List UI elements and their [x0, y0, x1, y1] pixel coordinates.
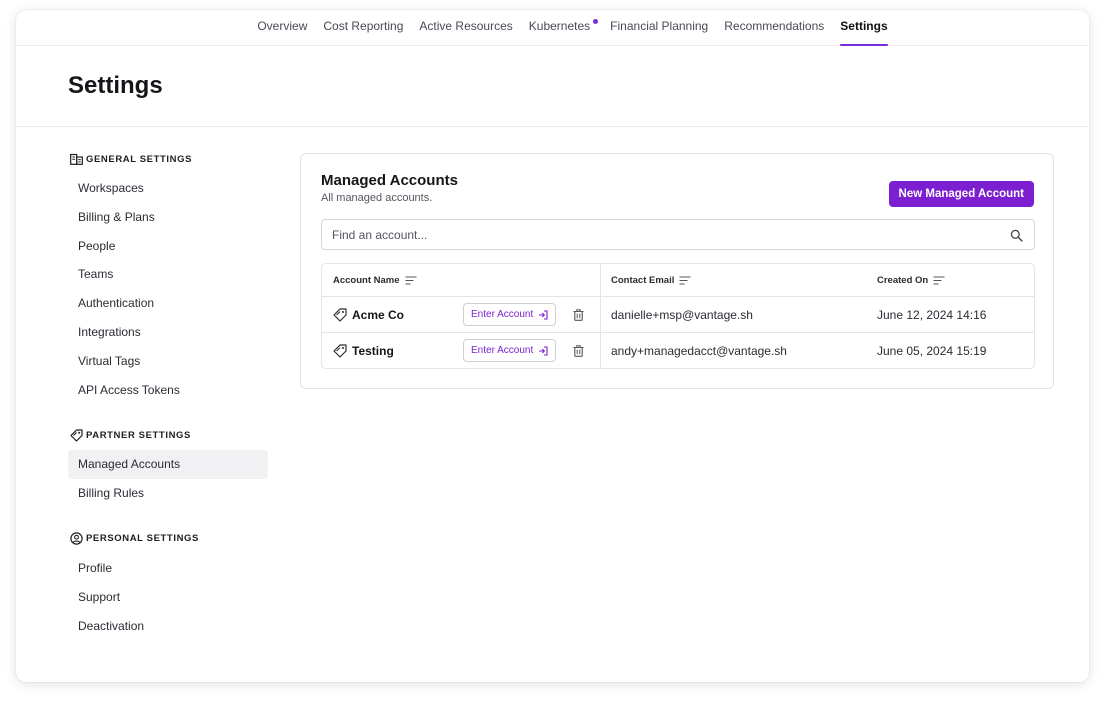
sidebar-item-authentication[interactable]: Authentication [68, 289, 268, 318]
section-partner-settings-title: PARTNER SETTINGS [86, 429, 191, 441]
page-title: Settings [68, 72, 163, 99]
created-on-cell: June 05, 2024 15:19 [877, 344, 987, 358]
sidebar-item-teams[interactable]: Teams [68, 260, 268, 289]
enter-account-button[interactable]: Enter Account [463, 339, 557, 362]
sort-icon [933, 276, 945, 284]
tag-icon [333, 344, 347, 358]
sidebar-item-deactivation[interactable]: Deactivation [68, 612, 268, 641]
sidebar-item-people[interactable]: People [68, 232, 268, 261]
column-header-account-name[interactable]: Account Name [322, 264, 601, 296]
column-header-label: Account Name [333, 274, 400, 286]
trash-icon [573, 309, 583, 321]
tab-recommendations[interactable]: Recommendations [716, 10, 832, 46]
tab-kubernetes-label: Kubernetes [528, 19, 591, 33]
sidebar-item-support[interactable]: Support [68, 583, 268, 612]
tab-settings[interactable]: Settings [832, 10, 895, 46]
tab-kubernetes[interactable]: Kubernetes [521, 10, 602, 46]
search-input[interactable] [322, 220, 1034, 249]
enter-account-label: Enter Account [471, 309, 534, 320]
account-name: Acme Co [352, 307, 405, 322]
tag-icon [333, 307, 347, 322]
section-personal-settings-title: PERSONAL SETTINGS [86, 533, 199, 545]
created-on-cell: June 12, 2024 14:16 [877, 307, 987, 322]
search-icon [1010, 229, 1023, 242]
trash-icon [573, 345, 583, 357]
section-partner-settings: PARTNER SETTINGS [69, 426, 268, 444]
enter-icon [539, 345, 548, 356]
table-row: Testing Enter Account andy+managedacct@v… [322, 333, 1034, 368]
new-indicator-dot [593, 19, 599, 24]
column-header-contact-email[interactable]: Contact Email [601, 264, 868, 296]
table-header-row: Account Name Contact Email Created On [322, 264, 1034, 297]
sort-icon [679, 276, 691, 284]
enter-account-button[interactable]: Enter Account [463, 303, 557, 326]
general-settings-list: Workspaces Billing & Plans People Teams … [68, 174, 268, 404]
sort-icon [405, 276, 417, 284]
tab-cost-reporting[interactable]: Cost Reporting [315, 10, 411, 46]
search-box [321, 219, 1035, 250]
sidebar-item-managed-accounts[interactable]: Managed Accounts [68, 450, 268, 480]
user-circle-icon [69, 532, 83, 546]
tag-icon [69, 428, 83, 442]
sidebar-item-billing-rules[interactable]: Billing Rules [68, 479, 268, 508]
new-managed-account-button[interactable]: New Managed Account [888, 181, 1034, 207]
card-title: Managed Accounts [321, 172, 458, 189]
contact-email-cell: danielle+msp@vantage.sh [611, 307, 753, 322]
section-general-settings: GENERAL SETTINGS [69, 150, 268, 168]
tab-financial-planning[interactable]: Financial Planning [602, 10, 716, 46]
delete-account-button[interactable] [571, 344, 585, 358]
sidebar-item-profile[interactable]: Profile [68, 554, 268, 583]
tab-overview[interactable]: Overview [249, 10, 315, 46]
building-icon [69, 152, 83, 166]
sidebar-item-api-access-tokens[interactable]: API Access Tokens [68, 376, 268, 405]
column-header-label: Contact Email [611, 274, 675, 286]
accounts-table: Account Name Contact Email Created On Ac… [321, 263, 1035, 369]
column-header-created-on[interactable]: Created On [868, 264, 1034, 296]
sidebar-item-integrations[interactable]: Integrations [68, 318, 268, 347]
settings-sidebar: GENERAL SETTINGS Workspaces Billing & Pl… [68, 150, 268, 662]
page-header: Settings [16, 46, 1089, 127]
card-subtitle: All managed accounts. [321, 192, 433, 204]
sidebar-item-billing-plans[interactable]: Billing & Plans [68, 203, 268, 232]
top-nav: Overview Cost Reporting Active Resources… [16, 10, 1089, 46]
delete-account-button[interactable] [571, 308, 585, 322]
account-name: Testing [352, 344, 394, 358]
column-header-label: Created On [877, 274, 929, 286]
account-name-cell: Acme Co Enter Account [322, 297, 601, 332]
section-general-settings-title: GENERAL SETTINGS [86, 153, 193, 165]
contact-email-cell: andy+managedacct@vantage.sh [611, 344, 787, 358]
enter-icon [539, 309, 548, 320]
table-row: Acme Co Enter Account danielle+msp@vanta… [322, 297, 1034, 333]
account-name-cell: Testing Enter Account [322, 333, 601, 368]
app-window: Overview Cost Reporting Active Resources… [16, 10, 1089, 682]
section-personal-settings: PERSONAL SETTINGS [69, 530, 268, 548]
enter-account-label: Enter Account [471, 345, 534, 356]
managed-accounts-card: Managed Accounts All managed accounts. N… [300, 153, 1054, 389]
partner-settings-list: Managed Accounts Billing Rules [68, 450, 268, 508]
personal-settings-list: Profile Support Deactivation [68, 554, 268, 640]
tab-active-resources[interactable]: Active Resources [411, 10, 520, 46]
sidebar-item-virtual-tags[interactable]: Virtual Tags [68, 347, 268, 376]
sidebar-item-workspaces[interactable]: Workspaces [68, 174, 268, 203]
